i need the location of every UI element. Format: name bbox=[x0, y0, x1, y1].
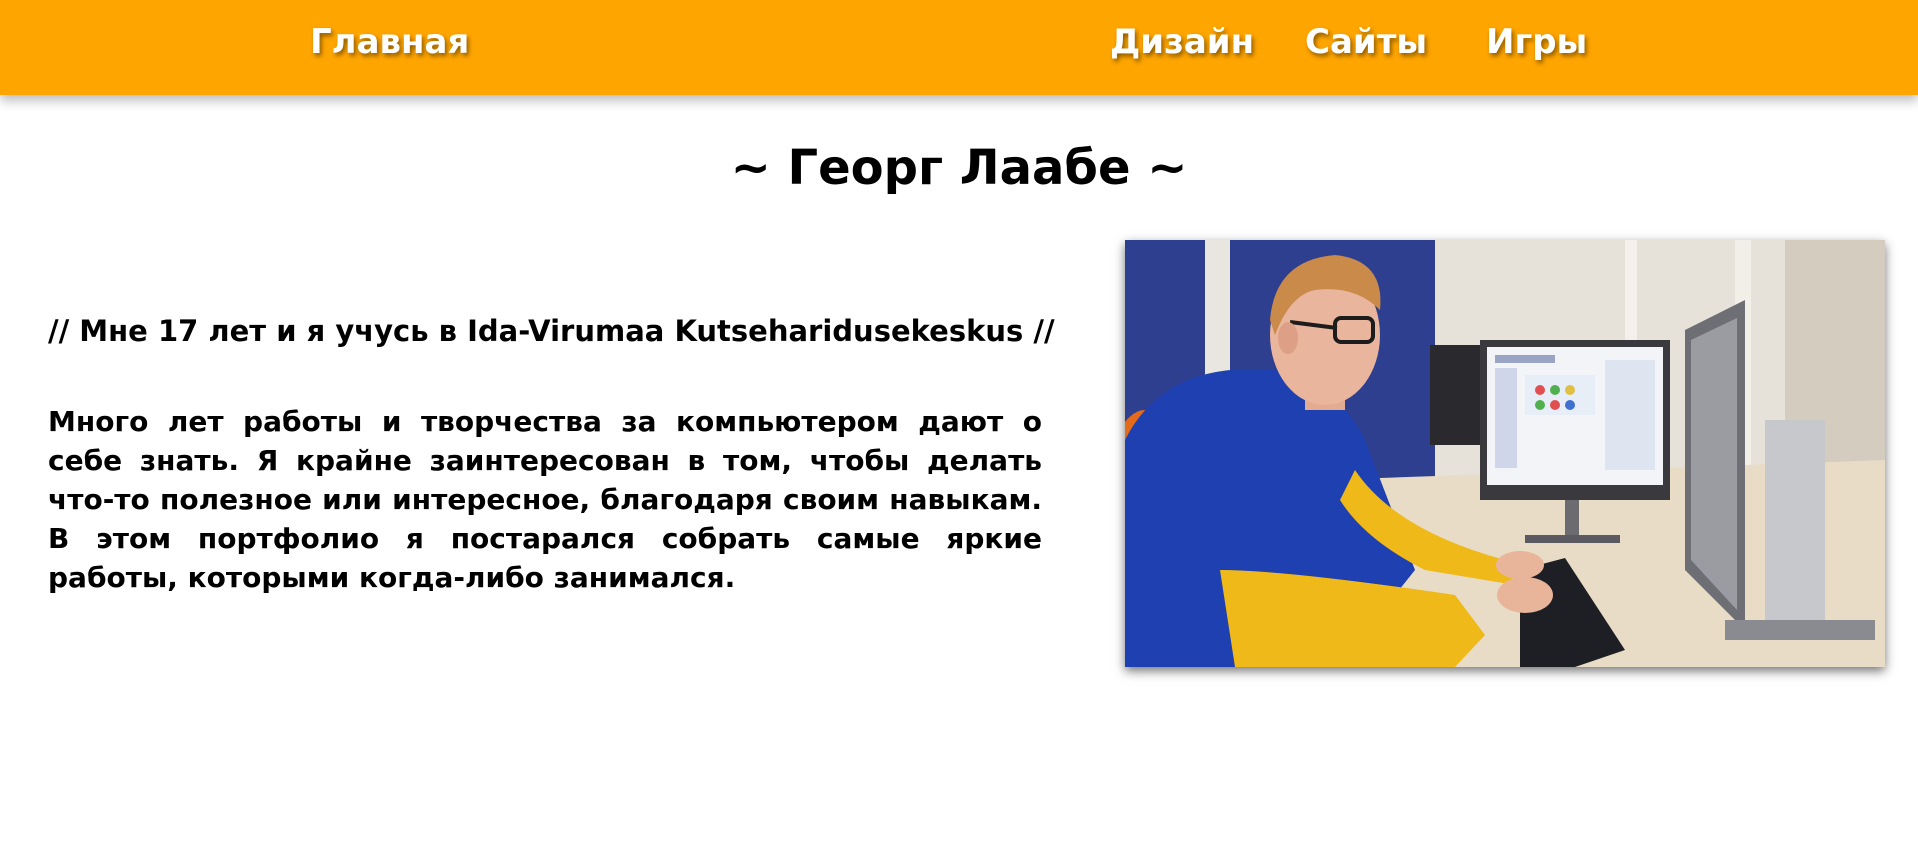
bio-paragraph: Много лет работы и творчества за компьют… bbox=[48, 405, 1042, 594]
nav-link-sites[interactable]: Сайты bbox=[1305, 22, 1427, 62]
page-title: ~ Георг Лаабе ~ bbox=[730, 140, 1188, 196]
nav-link-design[interactable]: Дизайн bbox=[1110, 22, 1254, 62]
intro-subtitle: // Мне 17 лет и я учусь в Ida-Virumaa Ku… bbox=[48, 314, 1055, 348]
nav-link-games[interactable]: Игры bbox=[1486, 22, 1587, 62]
portrait-photo bbox=[1125, 240, 1885, 667]
nav-link-home[interactable]: Главная bbox=[310, 22, 469, 62]
top-navigation-bar: Главная Дизайн Сайты Игры bbox=[0, 0, 1918, 95]
